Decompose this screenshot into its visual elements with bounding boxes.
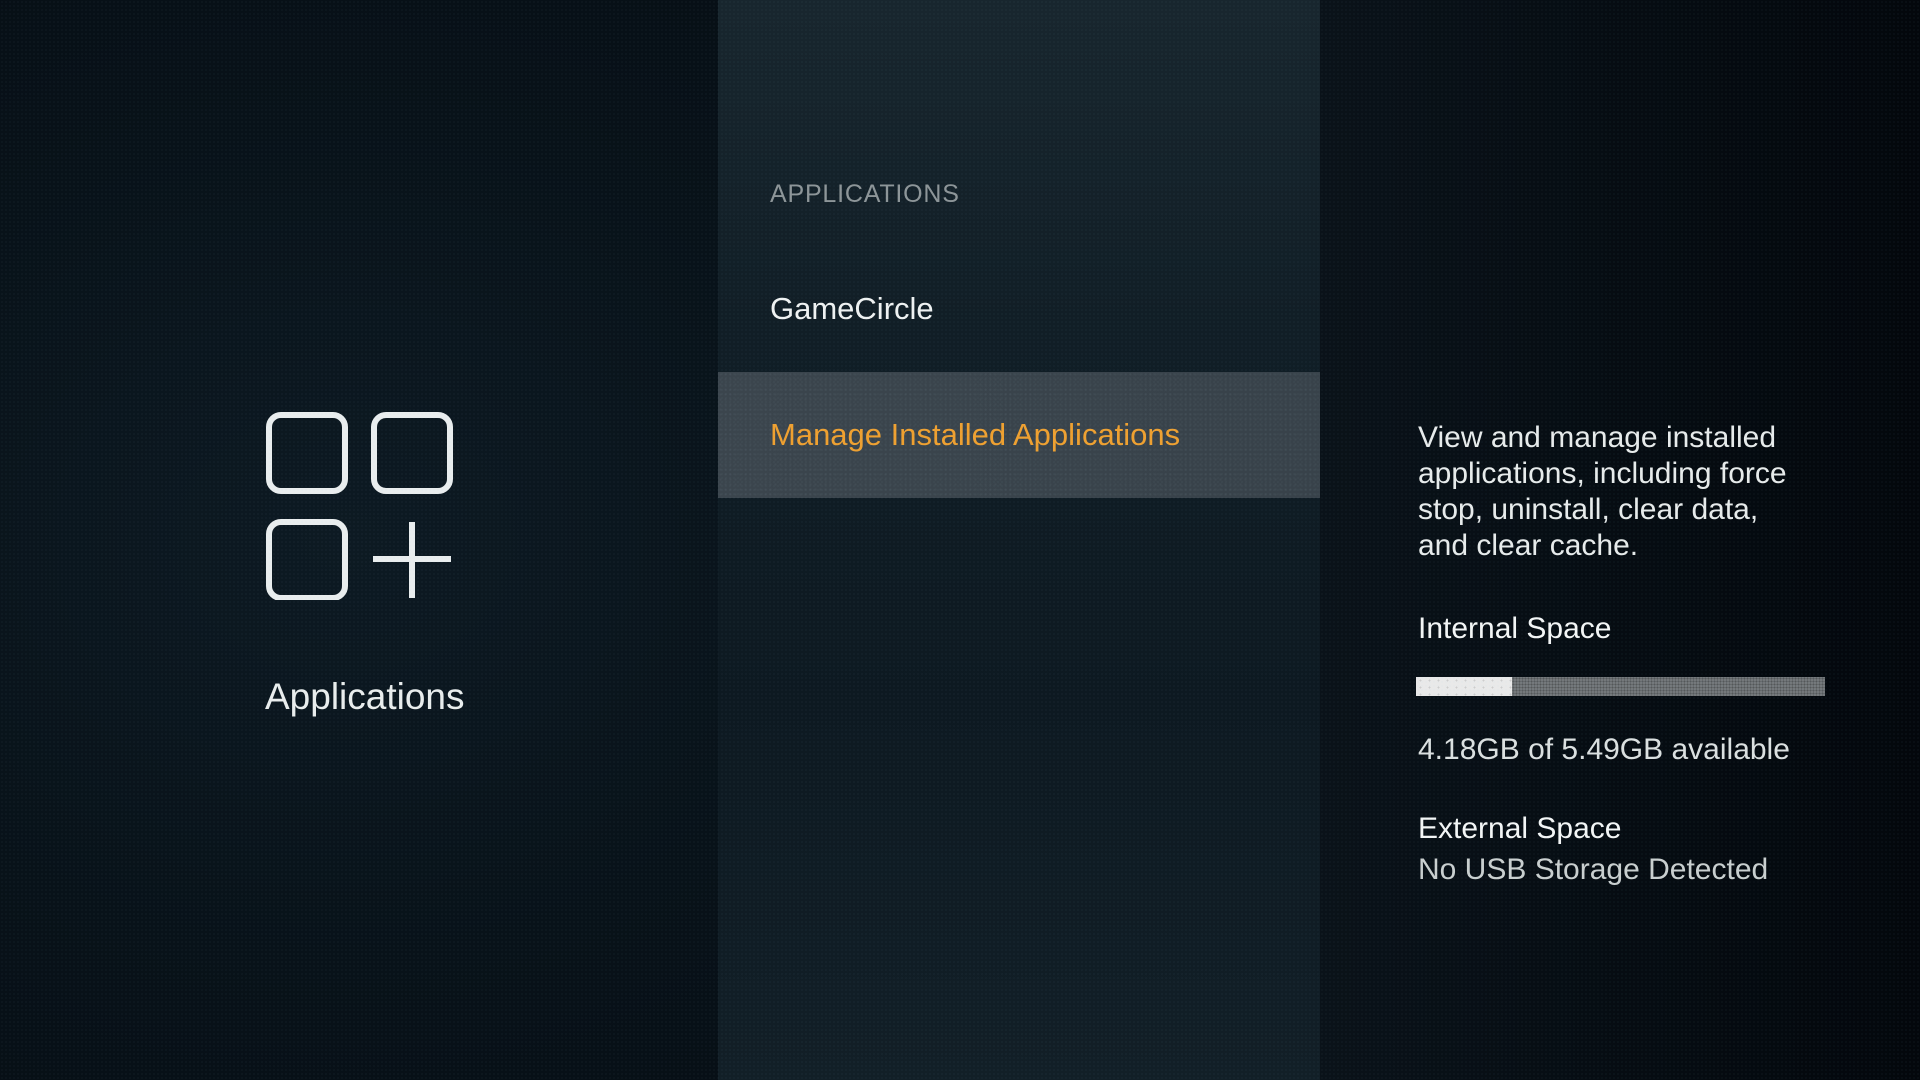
internal-space-progress-fill	[1416, 677, 1512, 696]
internal-space-title: Internal Space	[1418, 612, 1611, 646]
external-space-title: External Space	[1418, 812, 1621, 846]
applications-grid-plus-icon	[266, 412, 454, 600]
firetv-settings-applications-screen: Applications APPLICATIONS GameCircle Man…	[0, 0, 1920, 1080]
internal-space-progress-bar	[1416, 677, 1825, 696]
external-space-status: No USB Storage Detected	[1418, 853, 1768, 887]
menu-item-label: Manage Installed Applications	[770, 417, 1180, 453]
item-description: View and manage installed applications, …	[1418, 420, 1898, 564]
category-label: Applications	[265, 676, 465, 718]
menu-item-gamecircle[interactable]: GameCircle	[718, 246, 1320, 372]
menu-item-label: GameCircle	[770, 291, 934, 327]
menu-item-manage-installed-applications[interactable]: Manage Installed Applications	[718, 372, 1320, 498]
internal-space-available-text: 4.18GB of 5.49GB available	[1418, 733, 1790, 767]
menu-section-header: APPLICATIONS	[770, 180, 960, 209]
menu-panel-background	[718, 0, 1320, 1080]
